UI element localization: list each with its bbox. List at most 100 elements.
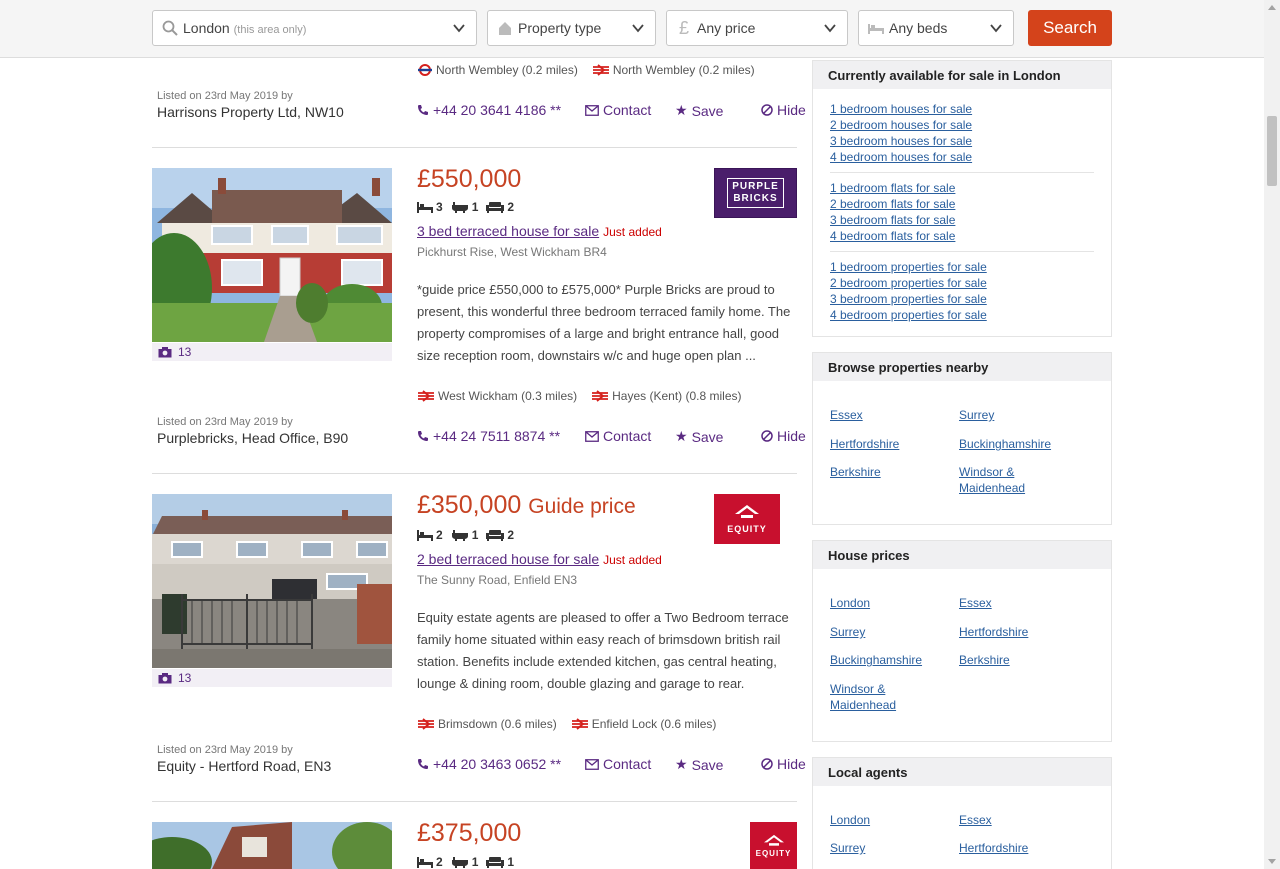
prices-link-london[interactable]: London: [830, 595, 870, 611]
star-icon: ★: [675, 756, 688, 772]
area-link-windsor[interactable]: Windsor &: [959, 464, 1014, 480]
agent-logo[interactable]: EQUITY: [714, 494, 780, 544]
save-label: Save: [691, 102, 724, 119]
houses-link[interactable]: 1 bedroom houses for sale: [830, 101, 1111, 117]
photo-count[interactable]: 13: [152, 343, 392, 361]
pound-icon: £: [678, 17, 689, 38]
prices-link-maidenhead[interactable]: Maidenhead: [830, 697, 896, 713]
envelope-icon: [585, 758, 599, 770]
flats-link[interactable]: 4 bedroom flats for sale: [830, 228, 1111, 244]
listing-title-link[interactable]: 2 bed terraced house for sale: [417, 551, 599, 567]
hide-label: Hide: [777, 102, 806, 118]
hide-label: Hide: [777, 428, 806, 444]
chevron-down-icon: [824, 24, 836, 33]
hide-button[interactable]: Hide: [761, 102, 806, 118]
available-for-sale-box: Currently available for sale in London 1…: [812, 60, 1112, 337]
properties-link[interactable]: 2 bedroom properties for sale: [830, 275, 1111, 291]
listing-actions: +44 24 7511 8874 ** Contact ★ Save Hide: [417, 428, 812, 446]
phone-link[interactable]: +44 20 3641 4186 **: [417, 102, 561, 118]
logo-text: PURPLE: [732, 181, 779, 192]
houses-link[interactable]: 4 bedroom houses for sale: [830, 149, 1111, 165]
listing-attributes: 2 1 2: [417, 528, 514, 542]
phone-link[interactable]: +44 20 3463 0652 **: [417, 756, 561, 772]
properties-link[interactable]: 1 bedroom properties for sale: [830, 259, 1111, 275]
properties-link[interactable]: 3 bedroom properties for sale: [830, 291, 1111, 307]
area-link-surrey[interactable]: Surrey: [959, 407, 994, 423]
price-qualifier: Guide price: [528, 495, 636, 518]
agents-link-essex[interactable]: Essex: [959, 812, 992, 828]
listing-photo[interactable]: [152, 822, 392, 869]
hide-button[interactable]: Hide: [761, 428, 806, 444]
listing-description[interactable]: *guide price £550,000 to £575,000* Purpl…: [417, 279, 799, 367]
listing-photo[interactable]: [152, 494, 392, 668]
prices-link-essex[interactable]: Essex: [959, 595, 992, 611]
listing-address: The Sunny Road, Enfield EN3: [417, 573, 578, 587]
sofa-icon: [486, 530, 505, 541]
property-type-value: Property type: [518, 20, 602, 36]
prices-link-windsor[interactable]: Windsor &: [830, 681, 885, 697]
flats-link[interactable]: 2 bedroom flats for sale: [830, 196, 1111, 212]
hide-button[interactable]: Hide: [761, 756, 806, 772]
properties-link[interactable]: 4 bedroom properties for sale: [830, 307, 1111, 323]
house-icon: [496, 19, 514, 37]
contact-button[interactable]: Contact: [585, 428, 651, 444]
link-list: 1 bedroom houses for sale 2 bedroom hous…: [813, 89, 1111, 323]
agent-logo[interactable]: EQUITY: [750, 822, 797, 869]
prices-link-hertfordshire[interactable]: Hertfordshire: [959, 624, 1028, 640]
save-button[interactable]: ★ Save: [675, 428, 723, 445]
listing-price: £375,000: [417, 819, 521, 848]
flats-link[interactable]: 3 bedroom flats for sale: [830, 212, 1111, 228]
agent-name[interactable]: Harrisons Property Ltd, NW10: [157, 104, 344, 120]
agent-logo[interactable]: PURPLE BRICKS: [714, 168, 797, 218]
area-link-essex[interactable]: Essex: [830, 407, 863, 423]
scroll-up-icon[interactable]: [1268, 5, 1276, 10]
scrollbar-thumb[interactable]: [1267, 116, 1277, 186]
area-link-maidenhead[interactable]: Maidenhead: [959, 480, 1025, 496]
listing-title-link[interactable]: 3 bed terraced house for sale: [417, 223, 599, 239]
agents-link-surrey[interactable]: Surrey: [830, 840, 865, 856]
equity-house-icon: [763, 834, 784, 846]
save-button[interactable]: ★ Save: [675, 102, 723, 119]
phone-link[interactable]: +44 24 7511 8874 **: [417, 428, 560, 444]
agents-link-london[interactable]: London: [830, 812, 870, 828]
phone-icon: [418, 759, 428, 769]
price-select[interactable]: £ Any price: [666, 10, 848, 46]
search-button[interactable]: Search: [1028, 10, 1112, 46]
hide-icon: [761, 430, 773, 442]
prices-link-surrey[interactable]: Surrey: [830, 624, 865, 640]
hide-label: Hide: [777, 756, 806, 772]
flats-link[interactable]: 1 bedroom flats for sale: [830, 180, 1111, 196]
houses-link[interactable]: 2 bedroom houses for sale: [830, 117, 1111, 133]
contact-button[interactable]: Contact: [585, 756, 651, 772]
prices-link-buckinghamshire[interactable]: Buckinghamshire: [830, 652, 922, 668]
beds-select[interactable]: Any beds: [858, 10, 1014, 46]
property-type-select[interactable]: Property type: [487, 10, 656, 46]
listing-title-row: 3 bed terraced house for sale Just added: [417, 223, 662, 241]
divider: [152, 801, 797, 802]
location-select[interactable]: London (this area only): [152, 10, 477, 46]
scroll-down-icon[interactable]: [1268, 859, 1276, 864]
agent-name[interactable]: Purplebricks, Head Office, B90: [157, 430, 348, 446]
listing-photo[interactable]: [152, 168, 392, 342]
listed-on: Listed on 23rd May 2019 by: [157, 416, 293, 428]
agents-link-hertfordshire[interactable]: Hertfordshire: [959, 840, 1028, 856]
houses-link[interactable]: 3 bedroom houses for sale: [830, 133, 1111, 149]
location-value: London: [183, 20, 230, 36]
agent-name[interactable]: Equity - Hertford Road, EN3: [157, 758, 331, 774]
contact-button[interactable]: Contact: [585, 102, 651, 118]
area-link-buckinghamshire[interactable]: Buckinghamshire: [959, 436, 1051, 452]
station-name: Hayes (Kent) (0.8 miles): [612, 389, 742, 403]
national-rail-icon: [418, 390, 434, 402]
price-value: £375,000: [417, 819, 522, 847]
prices-link-berkshire[interactable]: Berkshire: [959, 652, 1010, 668]
area-link-hertfordshire[interactable]: Hertfordshire: [830, 436, 899, 452]
camera-icon: [158, 346, 172, 357]
nearby-stations: Brimsdown (0.6 miles) Enfield Lock (0.6 …: [417, 717, 716, 731]
bed-icon: [417, 857, 433, 868]
box-heading: Local agents: [813, 758, 1111, 786]
save-button[interactable]: ★ Save: [675, 756, 723, 773]
area-link-berkshire[interactable]: Berkshire: [830, 464, 881, 480]
photo-count[interactable]: 13: [152, 669, 392, 687]
listing-description[interactable]: Equity estate agents are pleased to offe…: [417, 607, 799, 695]
page-scrollbar[interactable]: [1264, 0, 1280, 869]
